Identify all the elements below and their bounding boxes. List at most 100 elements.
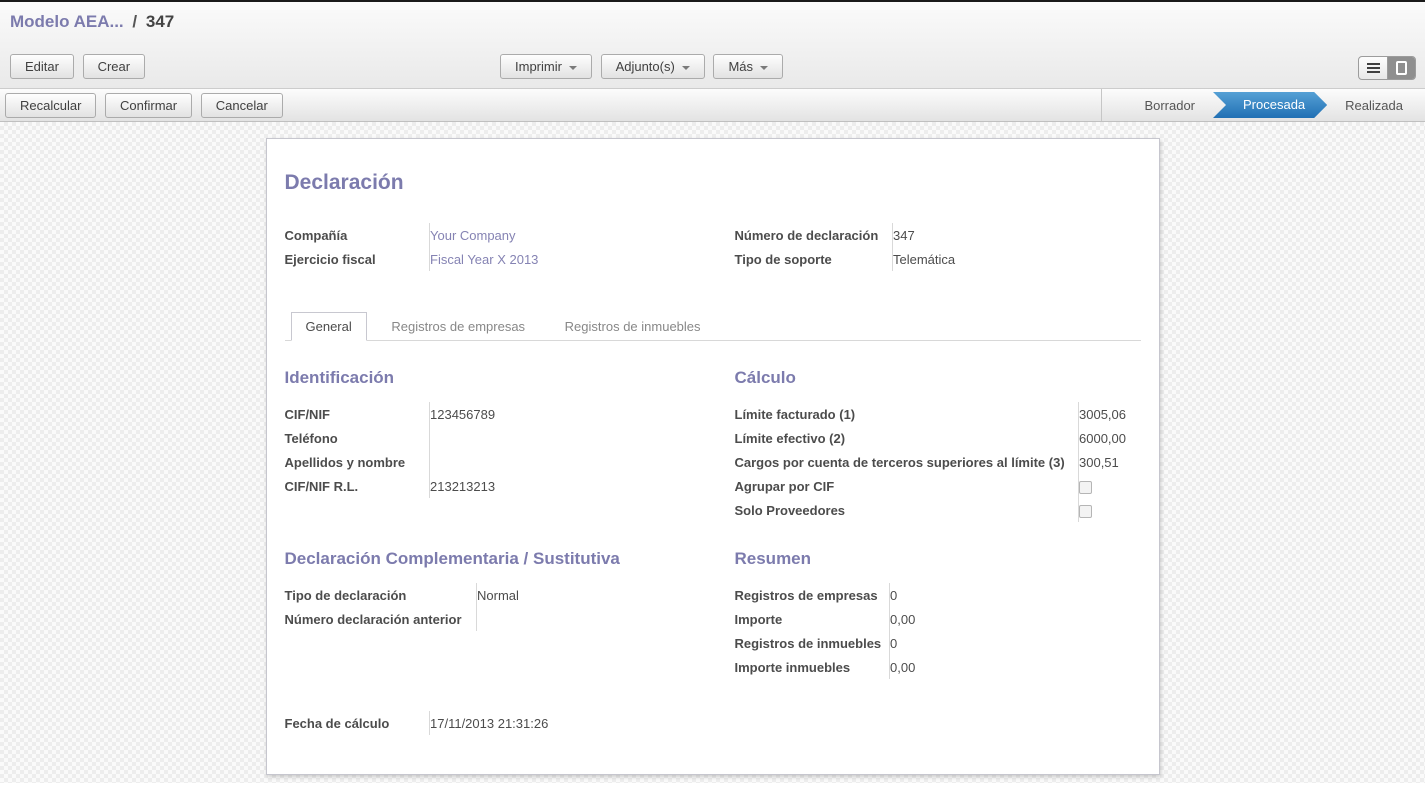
field-row-limite-efectivo: Límite efectivo (2) 6000,00 <box>735 426 1127 450</box>
header-field-groups: Compañía Your Company Ejercicio fiscal F… <box>285 223 1141 271</box>
field-row-registros-inmuebles: Registros de inmuebles 0 <box>735 631 916 655</box>
tab-general[interactable]: General <box>291 312 367 341</box>
field-row-limite-facturado: Límite facturado (1) 3005,06 <box>735 402 1127 426</box>
statusbar-states: Borrador Procesada Realizada <box>1101 89 1419 121</box>
support-type-label: Tipo de soporte <box>735 247 893 271</box>
field-row-cif-nif-rl: CIF/NIF R.L. 213213213 <box>285 474 496 498</box>
cancel-button[interactable]: Cancelar <box>201 93 283 118</box>
identification-fields: CIF/NIF 123456789 Teléfono Apellidos y n… <box>285 402 496 498</box>
view-switcher <box>1358 56 1416 80</box>
tab-general-content-row1: Identificación CIF/NIF 123456789 Teléfon… <box>285 341 1141 522</box>
cif-nif-rl-label: CIF/NIF R.L. <box>285 474 430 498</box>
field-row-importe-inmuebles: Importe inmuebles 0,00 <box>735 655 916 679</box>
cargos-terceros-value: 300,51 <box>1079 450 1127 474</box>
state-realizada: Realizada <box>1329 98 1419 113</box>
breadcrumb: Modelo AEA... / 347 <box>0 2 1425 32</box>
field-row-tipo-declaracion: Tipo de declaración Normal <box>285 583 519 607</box>
agrupar-cif-checkbox[interactable] <box>1079 481 1092 494</box>
declaration-number-value: 347 <box>893 223 1141 247</box>
more-button[interactable]: Más <box>713 54 783 79</box>
print-button[interactable]: Imprimir <box>500 54 592 79</box>
limite-facturado-label: Límite facturado (1) <box>735 402 1079 426</box>
form-view-background: Declaración Compañía Your Company Ejerci… <box>0 122 1425 783</box>
list-icon <box>1367 67 1380 69</box>
agrupar-cif-label: Agrupar por CIF <box>735 474 1079 498</box>
support-type-value: Telemática <box>893 247 1141 271</box>
cif-nif-label: CIF/NIF <box>285 402 430 426</box>
tipo-declaracion-label: Tipo de declaración <box>285 583 477 607</box>
tab-registros-empresas[interactable]: Registros de empresas <box>376 312 540 341</box>
breadcrumb-separator: / <box>128 12 141 31</box>
field-row-support-type: Tipo de soporte Telemática <box>735 247 1141 271</box>
importe-label: Importe <box>735 607 890 631</box>
limite-efectivo-label: Límite efectivo (2) <box>735 426 1079 450</box>
list-view-button[interactable] <box>1359 57 1387 79</box>
breadcrumb-record: 347 <box>146 12 174 31</box>
fecha-calculo-value: 17/11/2013 21:31:26 <box>430 711 549 735</box>
tipo-declaracion-value: Normal <box>477 583 519 607</box>
registros-inmuebles-value: 0 <box>890 631 916 655</box>
breadcrumb-model-link[interactable]: Modelo AEA... <box>10 12 124 31</box>
cif-nif-rl-value: 213213213 <box>430 474 496 498</box>
create-button[interactable]: Crear <box>83 54 146 79</box>
print-button-label: Imprimir <box>515 59 562 74</box>
identification-title: Identificación <box>285 368 735 388</box>
field-row-fiscal-year: Ejercicio fiscal Fiscal Year X 2013 <box>285 247 735 271</box>
registros-empresas-label: Registros de empresas <box>735 583 890 607</box>
form-view-button[interactable] <box>1387 57 1415 79</box>
fecha-calculo-label: Fecha de cálculo <box>285 711 430 735</box>
field-row-telefono: Teléfono <box>285 426 496 450</box>
field-row-cargos-terceros: Cargos por cuenta de terceros superiores… <box>735 450 1127 474</box>
toolbar: Editar Crear Imprimir Adjunto(s) Más <box>0 54 1425 84</box>
confirm-button[interactable]: Confirmar <box>105 93 192 118</box>
importe-value: 0,00 <box>890 607 916 631</box>
edit-button[interactable]: Editar <box>10 54 74 79</box>
registros-empresas-value: 0 <box>890 583 916 607</box>
toolbar-center: Imprimir Adjunto(s) Más <box>500 54 788 79</box>
company-label: Compañía <box>285 223 430 247</box>
solo-proveedores-label: Solo Proveedores <box>735 498 1079 522</box>
statusbar: Recalcular Confirmar Cancelar Borrador P… <box>0 88 1425 122</box>
toolbar-left: Editar Crear <box>10 54 150 79</box>
limite-efectivo-value: 6000,00 <box>1079 426 1127 450</box>
fiscal-year-value-link[interactable]: Fiscal Year X 2013 <box>430 252 538 267</box>
recalculate-button[interactable]: Recalcular <box>5 93 96 118</box>
company-value-link[interactable]: Your Company <box>430 228 516 243</box>
notebook-tabs: General Registros de empresas Registros … <box>285 311 1141 341</box>
field-row-apellidos: Apellidos y nombre <box>285 450 496 474</box>
form-sheet: Declaración Compañía Your Company Ejerci… <box>266 138 1160 775</box>
form-title: Declaración <box>285 171 1141 195</box>
importe-inmuebles-value: 0,00 <box>890 655 916 679</box>
attachments-button[interactable]: Adjunto(s) <box>601 54 705 79</box>
apellidos-value <box>430 450 496 474</box>
calc-date-fields: Fecha de cálculo 17/11/2013 21:31:26 <box>285 711 549 735</box>
summary-title: Resumen <box>735 549 1141 569</box>
registros-inmuebles-label: Registros de inmuebles <box>735 631 890 655</box>
calculation-section: Cálculo Límite facturado (1) 3005,06 Lím… <box>735 341 1141 522</box>
numero-anterior-value <box>477 607 519 631</box>
field-row-agrupar-cif: Agrupar por CIF <box>735 474 1127 498</box>
state-borrador: Borrador <box>1128 98 1211 113</box>
telefono-value <box>430 426 496 450</box>
declaration-number-label: Número de declaración <box>735 223 893 247</box>
identification-section: Identificación CIF/NIF 123456789 Teléfon… <box>285 341 735 522</box>
state-procesada: Procesada <box>1213 92 1327 118</box>
caret-down-icon <box>760 66 768 70</box>
field-row-declaration-number: Número de declaración 347 <box>735 223 1141 247</box>
cif-nif-value: 123456789 <box>430 402 496 426</box>
cargos-terceros-label: Cargos por cuenta de terceros superiores… <box>735 450 1079 474</box>
importe-inmuebles-label: Importe inmuebles <box>735 655 890 679</box>
complementary-section: Declaración Complementaria / Sustitutiva… <box>285 522 735 679</box>
solo-proveedores-checkbox[interactable] <box>1079 505 1092 518</box>
field-row-numero-anterior: Número declaración anterior <box>285 607 519 631</box>
calculation-fields: Límite facturado (1) 3005,06 Límite efec… <box>735 402 1127 522</box>
apellidos-label: Apellidos y nombre <box>285 450 430 474</box>
tab-registros-inmuebles[interactable]: Registros de inmuebles <box>550 312 716 341</box>
field-row-fecha-calculo: Fecha de cálculo 17/11/2013 21:31:26 <box>285 711 549 735</box>
header-left-group: Compañía Your Company Ejercicio fiscal F… <box>285 223 735 271</box>
field-row-importe: Importe 0,00 <box>735 607 916 631</box>
summary-fields: Registros de empresas 0 Importe 0,00 Reg… <box>735 583 916 679</box>
summary-section: Resumen Registros de empresas 0 Importe … <box>735 522 1141 679</box>
numero-anterior-label: Número declaración anterior <box>285 607 477 631</box>
field-row-registros-empresas: Registros de empresas 0 <box>735 583 916 607</box>
